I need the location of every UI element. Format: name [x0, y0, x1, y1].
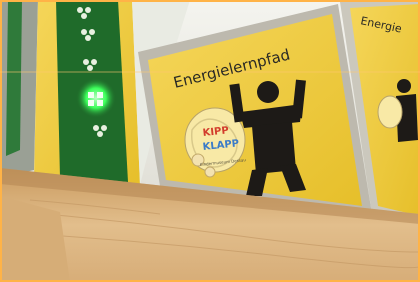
scene-graphic	[0, 0, 420, 282]
photo-scene: Energielernpfad Energie KIPP KLAPP Kinde…	[0, 0, 420, 282]
right-logo	[377, 95, 403, 129]
left-green-strip	[6, 0, 22, 156]
green-glow	[76, 78, 116, 118]
